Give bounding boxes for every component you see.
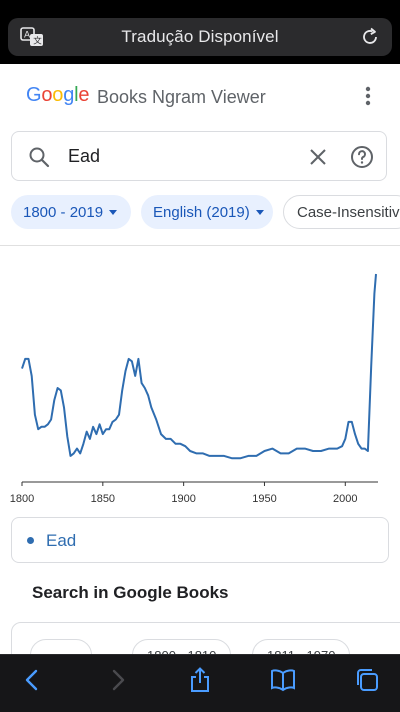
ngram-viewer-page: Google Books Ngram Viewer Ead 1800 - 201… [0,64,400,654]
series-line-ead [21,273,377,460]
search-icon [29,147,50,168]
x-tick-label: 1850 [91,493,115,505]
year-range-chip[interactable]: 1800 - 2019 [11,195,131,229]
legend: Ead [11,517,389,563]
close-icon[interactable] [308,147,328,167]
books-range-chip[interactable]: 1811 - 1970 [252,639,351,654]
search-input[interactable]: Ead [68,146,100,167]
translation-banner[interactable]: A 文 Tradução Disponível [8,18,392,56]
legend-item-ead[interactable]: Ead [46,531,76,551]
books-range-chip[interactable]: 1800 - 1810 [132,639,232,654]
tabs-icon[interactable] [354,667,380,693]
product-name: Books Ngram Viewer [97,87,266,107]
search-in-books-card: 1800 - 1810 1811 - 1970 [11,622,400,654]
translate-icon[interactable]: A 文 [20,26,44,48]
share-icon[interactable] [187,667,213,693]
forward-icon[interactable] [104,667,130,693]
more-vert-icon[interactable] [358,84,378,108]
search-box[interactable]: Ead [11,131,387,181]
bookmarks-icon[interactable] [270,667,296,693]
safari-toolbar [0,654,400,712]
svg-text:文: 文 [33,36,42,47]
books-term-chip[interactable] [30,639,92,654]
case-insensitive-chip[interactable]: Case-Insensitive [283,195,400,229]
back-icon[interactable] [20,667,46,693]
app-header: Google Books Ngram Viewer [0,64,400,126]
corpus-chip[interactable]: English (2019) [141,195,273,229]
reload-icon[interactable] [360,27,380,47]
year-range-label: 1800 - 2019 [23,203,104,221]
legend-marker [27,537,34,544]
case-label: Case-Insensitive [297,203,400,221]
chevron-down-icon [255,209,264,215]
x-tick-label: 1950 [252,493,276,505]
translation-available-label: Tradução Disponível [121,27,279,46]
x-tick-label: 2000 [333,493,357,505]
x-tick-label: 1900 [171,493,195,505]
safari-translation-bar: A 文 Tradução Disponível [0,0,400,64]
x-tick-label: 1800 [10,493,34,505]
help-icon[interactable] [350,145,374,169]
ngram-chart: 1800 1850 1900 1950 2000 [10,273,378,505]
chevron-down-icon [109,209,118,215]
svg-text:A: A [24,31,31,41]
corpus-label: English (2019) [153,203,250,221]
search-in-books-title: Search in Google Books [32,583,229,602]
google-logo[interactable]: Google [26,84,90,107]
